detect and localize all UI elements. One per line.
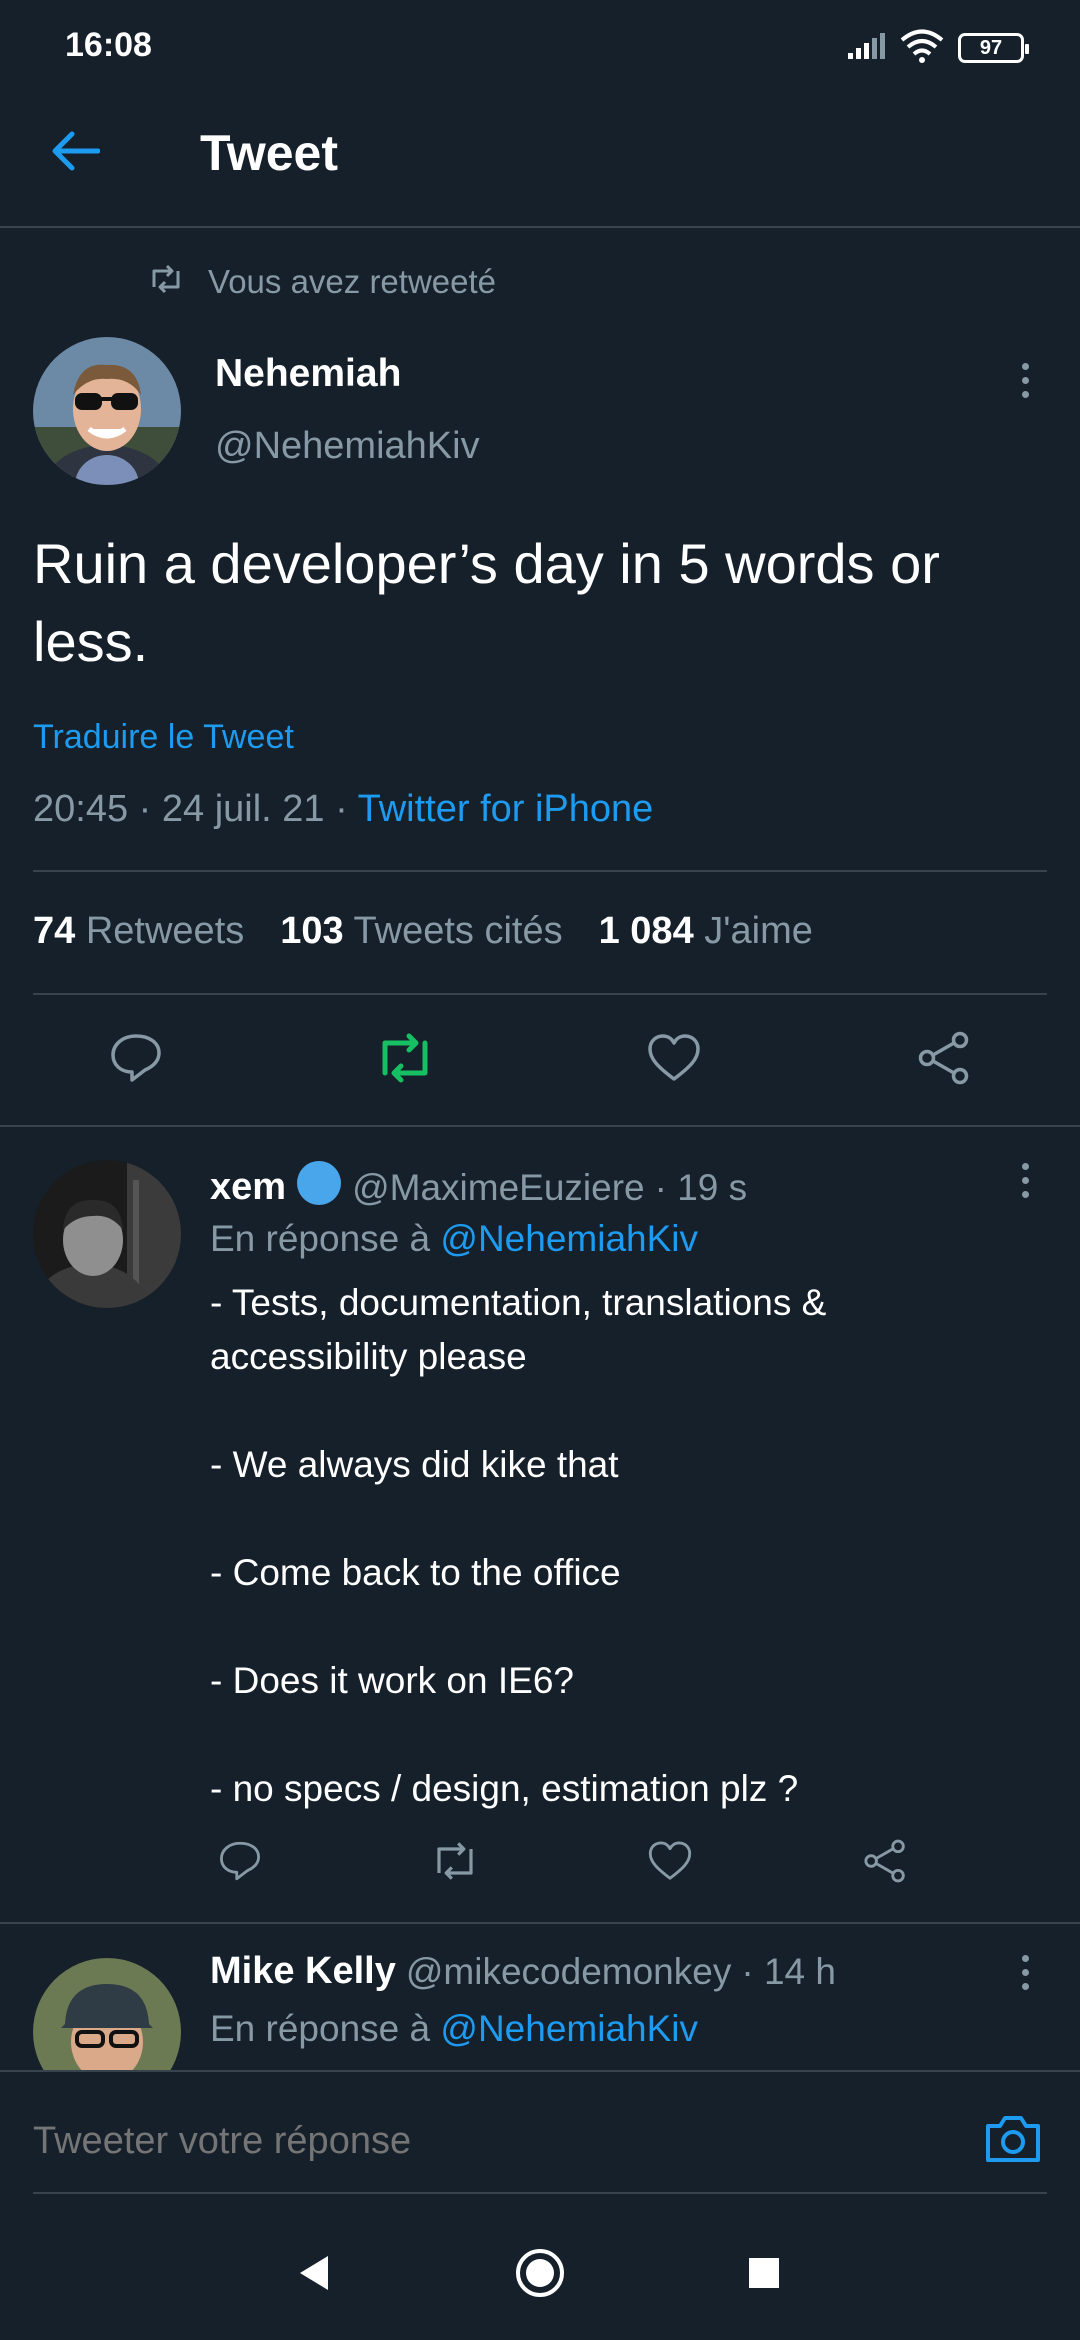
reply-icon: [218, 1840, 262, 1887]
retweet-notice-label: Vous avez retweeté: [208, 263, 497, 300]
status-time: 16:08: [65, 26, 152, 64]
tweet-text: Ruin a developer’s day in 5 words or les…: [33, 532, 940, 673]
reply-author-handle[interactable]: @MaximeEuziere: [352, 1167, 645, 1209]
nav-recents-button[interactable]: [724, 2235, 804, 2315]
reply-author-handle[interactable]: @mikecodemonkey: [406, 1951, 731, 1993]
battery-icon: 97: [958, 33, 1029, 63]
back-button[interactable]: [40, 118, 110, 188]
tweet-timestamp: 20:45 · 24 juil. 21 ·: [33, 788, 358, 830]
status-bar: 16:08 97: [0, 0, 1080, 80]
reply-actions: [210, 1833, 930, 1903]
reply-divider: [0, 1922, 1080, 1924]
reply-time: · 14 h: [741, 1950, 836, 1992]
reply-reply-button[interactable]: [210, 1833, 270, 1893]
like-button[interactable]: [634, 1020, 714, 1100]
reply-to-line: En réponse à @NehemiahKiv: [210, 2008, 698, 2050]
arrow-left-icon: [50, 130, 101, 177]
reply-line: [210, 1708, 1010, 1762]
author-avatar[interactable]: [33, 337, 181, 485]
reply-line: - Does it work on IE6?: [210, 1660, 574, 1701]
top-app-bar: Tweet: [0, 80, 1080, 226]
quote-tweets-stat[interactable]: 103 Tweets cités: [280, 910, 562, 953]
reply-to-handle-link[interactable]: @NehemiahKiv: [440, 1218, 698, 1259]
retweets-stat[interactable]: 74 Retweets: [33, 910, 244, 953]
reply-more-options-icon[interactable]: [1010, 1150, 1040, 1210]
camera-icon: [984, 2112, 1042, 2169]
reply-share-button[interactable]: [855, 1833, 915, 1893]
retweet-icon: [430, 1841, 480, 1886]
meta-divider: [33, 870, 1047, 872]
square-recents-icon: [747, 2256, 781, 2295]
system-icons: 97: [846, 28, 1029, 68]
tweet-stats: 74 Retweets 103 Tweets cités 1 084 J'aim…: [33, 910, 813, 953]
tweet-actions: [0, 1020, 1080, 1100]
share-icon: [916, 1031, 972, 1090]
translate-link[interactable]: Traduire le Tweet: [33, 718, 294, 757]
reply-header: xem @MaximeEuziere · 19 s: [210, 1160, 747, 1215]
wifi-icon: [900, 29, 944, 68]
reply-input[interactable]: [33, 2116, 933, 2166]
reply-line: [210, 1600, 1010, 1654]
reply-line: - Come back to the office: [210, 1552, 621, 1593]
reply-button[interactable]: [96, 1020, 176, 1100]
signal-icon: [846, 31, 886, 66]
triangle-back-icon: [296, 2254, 332, 2297]
reply-line: accessibility please: [210, 1336, 527, 1377]
likes-stat[interactable]: 1 084 J'aime: [599, 910, 813, 953]
tweet-meta: 20:45 · 24 juil. 21 · Twitter for iPhone: [33, 788, 653, 831]
heart-icon: [647, 1840, 693, 1887]
reply-author-name[interactable]: Mike Kelly: [210, 1950, 396, 1993]
reply-author-name[interactable]: xem: [210, 1166, 286, 1209]
quote-tweets-label: Tweets cités: [353, 910, 563, 952]
reply-header: Mike Kelly @mikecodemonkey · 14 h: [210, 1950, 836, 1993]
author-handle[interactable]: @NehemiahKiv: [215, 425, 480, 468]
circle-home-icon: [514, 2247, 566, 2304]
reply-to-handle-link[interactable]: @NehemiahKiv: [440, 2008, 698, 2049]
camera-button[interactable]: [978, 2108, 1048, 2172]
reply-to-line: En réponse à @NehemiahKiv: [210, 1218, 698, 1260]
verified-badge-icon: [296, 1160, 342, 1215]
nav-back-button[interactable]: [274, 2235, 354, 2315]
reply-text: - Tests, documentation, translations & a…: [210, 1276, 1010, 1816]
reply-time: · 19 s: [654, 1166, 748, 1208]
reply-avatar[interactable]: [33, 1160, 181, 1308]
quote-tweets-count: 103: [280, 910, 344, 952]
likes-count: 1 084: [598, 910, 694, 952]
retweets-label: Retweets: [85, 910, 245, 952]
heart-icon: [646, 1033, 702, 1088]
share-icon: [862, 1839, 908, 1888]
reply-line: - Tests, documentation, translations &: [210, 1282, 827, 1323]
reply-like-button[interactable]: [640, 1833, 700, 1893]
reply-line: [210, 1384, 1010, 1438]
stats-divider: [33, 993, 1047, 995]
more-options-icon[interactable]: [1010, 350, 1040, 410]
share-button[interactable]: [904, 1020, 984, 1100]
reply-line: - no specs / design, estimation plz ?: [210, 1768, 799, 1809]
page-title: Tweet: [200, 125, 338, 181]
reply-to-prefix: En réponse à: [210, 1218, 431, 1259]
likes-label: J'aime: [704, 910, 813, 952]
header-divider: [0, 226, 1080, 228]
retweet-icon: [374, 1033, 436, 1088]
reply-more-options-icon[interactable]: [1010, 1942, 1040, 2002]
retweet-notice: Vous avez retweeté: [148, 262, 496, 302]
retweets-count: 74: [33, 910, 76, 952]
system-nav-bar: [0, 2210, 1080, 2340]
retweet-small-icon: [148, 263, 184, 301]
reply-line: [210, 1492, 1010, 1546]
nav-home-button[interactable]: [500, 2235, 580, 2315]
battery-level: 97: [979, 36, 1003, 59]
reply-line: - We always did kike that: [210, 1444, 619, 1485]
reply-to-prefix: En réponse à: [210, 2008, 431, 2049]
composer-underline: [33, 2192, 1047, 2194]
actions-divider: [0, 1125, 1080, 1127]
reply-retweet-button[interactable]: [425, 1833, 485, 1893]
reply-composer: [0, 2070, 1080, 2200]
tweet-source-link[interactable]: Twitter for iPhone: [358, 788, 654, 830]
retweet-button[interactable]: [365, 1020, 445, 1100]
reply-icon: [109, 1032, 163, 1089]
author-name[interactable]: Nehemiah: [215, 352, 401, 396]
